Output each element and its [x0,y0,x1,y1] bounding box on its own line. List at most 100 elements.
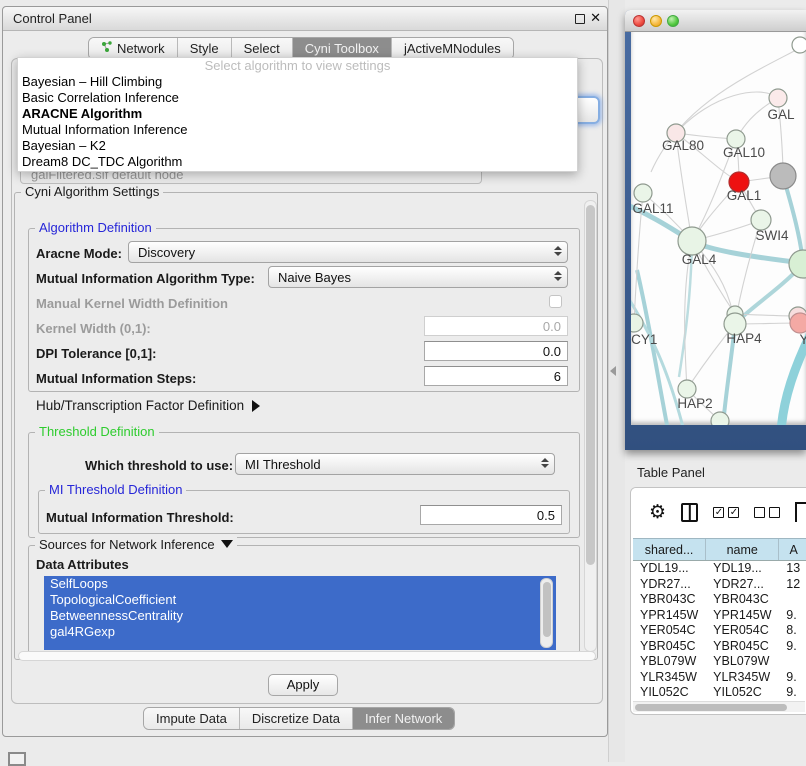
tab-jactivemnodules[interactable]: jActiveMNodules [392,38,513,59]
gear-icon[interactable]: ⚙ [649,503,666,522]
algorithm-dropdown-list: Select algorithm to view settings Bayesi… [17,57,578,172]
tab-cyni-toolbox[interactable]: Cyni Toolbox [293,38,392,59]
float-window-icon[interactable] [575,14,585,24]
sources-title-label: Sources for Network Inference [39,537,215,552]
tab-network[interactable]: Network [89,38,178,59]
combo-arrows-icon [554,246,562,256]
mi-type-value: Naive Bayes [278,270,351,285]
attributes-scrollbar[interactable] [540,578,553,648]
network-node[interactable] [711,412,729,425]
minimized-panel-button[interactable] [8,752,26,766]
aracne-mode-select[interactable]: Discovery [128,241,568,263]
table-cell: YPR145W [633,608,706,624]
tab-infer-network[interactable]: Infer Network [353,708,454,729]
algorithm-option[interactable]: Dream8 DC_TDC Algorithm [18,154,577,170]
algorithm-list: Bayesian – Hill ClimbingBasic Correlatio… [18,74,577,170]
minimize-traffic-light-icon[interactable] [650,15,662,27]
network-node-y[interactable] [790,313,806,333]
split-columns-icon[interactable] [681,503,698,522]
mi-threshold-field[interactable]: 0.5 [420,505,562,525]
dpi-tolerance-field[interactable]: 0.0 [424,341,568,361]
combo-arrows-icon [541,458,549,468]
table-horizontal-scrollbar[interactable] [633,701,805,712]
network-node[interactable] [770,163,796,189]
table-row[interactable]: YPR145WYPR145W9. [633,608,806,624]
network-node-gal1[interactable] [751,210,771,230]
table-cell: YER054C [633,623,706,639]
tab-discretize-data[interactable]: Discretize Data [240,708,353,729]
table-cell: YBL079W [706,654,779,670]
table-column-header[interactable]: shared... [633,539,706,560]
tab-impute-data[interactable]: Impute Data [144,708,240,729]
threshold-definition-title: Threshold Definition [35,424,159,439]
algorithm-option[interactable]: Bayesian – Hill Climbing [18,74,577,90]
data-attribute-item[interactable]: TopologicalCoefficient [44,592,556,608]
settings-horizontal-scrollbar[interactable] [18,651,596,661]
table-row[interactable]: YBL079WYBL079W [633,654,806,670]
tab-select[interactable]: Select [232,38,293,59]
mi-threshold-label: Mutual Information Threshold: [46,510,234,525]
mi-type-select[interactable]: Naive Bayes [268,266,568,288]
algorithm-option[interactable]: Basic Correlation Inference [18,90,577,106]
apply-button[interactable]: Apply [268,674,338,696]
data-attribute-item[interactable]: SelfLoops [44,576,556,592]
network-node-gal4[interactable] [678,227,706,255]
data-attribute-item[interactable]: BetweennessCentrality [44,608,556,624]
tab-network-label: Network [117,41,165,56]
table-panel-title: Table Panel [637,465,705,480]
close-traffic-light-icon[interactable] [633,15,645,27]
table-row[interactable]: YER054CYER054C8. [633,623,806,639]
table-cell [779,592,806,608]
network-node-gal11[interactable] [634,184,652,202]
table-row[interactable]: YBR045CYBR045C9. [633,639,806,655]
manual-kernel-checkbox[interactable] [549,295,562,308]
table-column-header[interactable]: name [706,539,779,560]
table-cell: YDR27... [633,577,706,593]
mi-steps-field[interactable]: 6 [424,366,568,386]
table-cell: 12 [779,577,806,593]
data-attributes-label: Data Attributes [36,557,129,572]
close-icon[interactable]: ✕ [590,10,601,26]
sources-group-title[interactable]: Sources for Network Inference [35,537,237,552]
table-row[interactable]: YBR043CYBR043C [633,592,806,608]
kernel-width-field[interactable]: 0.0 [424,316,568,336]
settings-vertical-scrollbar[interactable] [584,200,597,652]
table-toolbar: ⚙ ✓✓ [631,488,806,536]
mi-steps-label: Mutual Information Steps: [36,371,196,386]
zoom-traffic-light-icon[interactable] [667,15,679,27]
table-column-header[interactable]: A [779,539,806,560]
network-node-label: GAL10 [723,145,765,160]
hub-definition-expander[interactable]: Hub/Transcription Factor Definition [36,398,260,413]
panel-splitter[interactable] [608,0,625,762]
mi-type-label: Mutual Information Algorithm Type: [36,271,255,286]
algorithm-definition-title: Algorithm Definition [35,220,156,235]
network-node-gcy1[interactable] [631,314,643,332]
deselect-all-columns-icon[interactable] [754,507,780,518]
data-attributes-list[interactable]: SelfLoopsTopologicalCoefficientBetweenne… [44,576,556,650]
select-all-columns-icon[interactable]: ✓✓ [713,507,739,518]
table-row[interactable]: YIL052CYIL052C9. [633,685,806,701]
network-canvas[interactable]: GALGAL80GAL10GAL1GAL11GAL4SWI4GCY1HAP4YH… [631,32,806,425]
table-cell: 9. [779,685,806,701]
table-cell: 9. [779,670,806,686]
kernel-width-label: Kernel Width (0,1): [36,321,151,336]
table-row[interactable]: YDR27...YDR27...12 [633,577,806,593]
network-node-gal[interactable] [769,89,787,107]
document-icon[interactable] [795,502,806,522]
which-threshold-select[interactable]: MI Threshold [235,453,555,475]
manual-kernel-label: Manual Kernel Width Definition [36,296,228,311]
table-cell: YDL19... [633,561,706,577]
tab-style[interactable]: Style [178,38,232,59]
splitter-collapse-icon[interactable] [610,366,616,376]
hub-definition-label: Hub/Transcription Factor Definition [36,398,244,413]
algorithm-option[interactable]: Mutual Information Inference [18,122,577,138]
table-header-row: shared...nameA [633,538,806,561]
algorithm-option[interactable]: Bayesian – K2 [18,138,577,154]
network-node[interactable] [792,37,806,53]
algorithm-option[interactable]: ARACNE Algorithm [18,106,577,122]
data-attribute-item[interactable]: gal4RGexp [44,624,556,640]
table-row[interactable]: YDL19...YDL19...13 [633,561,806,577]
table-cell: YBL079W [633,654,706,670]
window-title: Control Panel [13,11,92,26]
table-row[interactable]: YLR345WYLR345W9. [633,670,806,686]
